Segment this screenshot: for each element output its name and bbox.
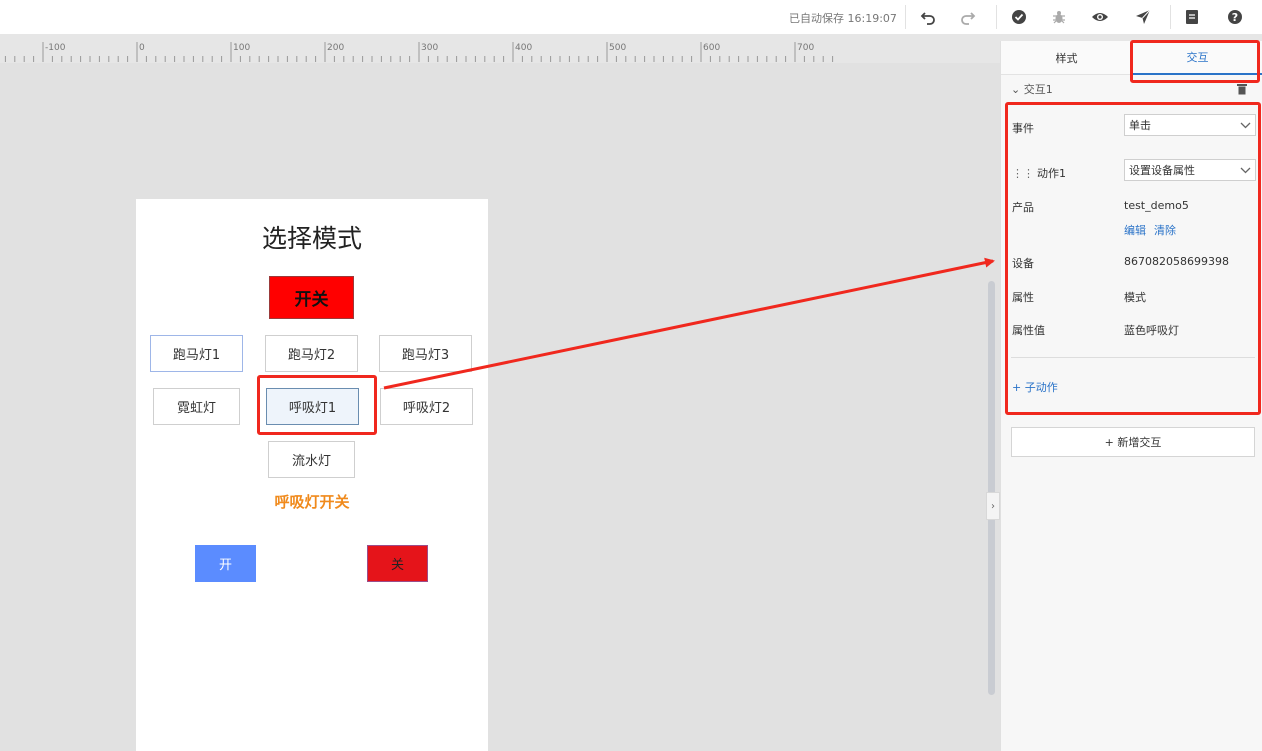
- canvas-scrollbar[interactable]: [988, 281, 995, 695]
- highlight-interaction-config: [1005, 102, 1261, 415]
- tab-style[interactable]: 样式: [1001, 41, 1132, 75]
- highlight-interaction-tab: [1130, 40, 1260, 83]
- chevron-right-icon: ›: [991, 500, 995, 512]
- add-interaction-button[interactable]: + 新增交互: [1011, 427, 1255, 457]
- chevron-down-icon: ⌄: [1011, 83, 1021, 96]
- panel-collapse-handle[interactable]: ›: [986, 492, 1000, 520]
- interaction-group-header[interactable]: ⌄ 交互1: [1011, 81, 1053, 97]
- interaction-group-title: 交互1: [1023, 83, 1053, 96]
- trash-icon[interactable]: [1237, 83, 1247, 95]
